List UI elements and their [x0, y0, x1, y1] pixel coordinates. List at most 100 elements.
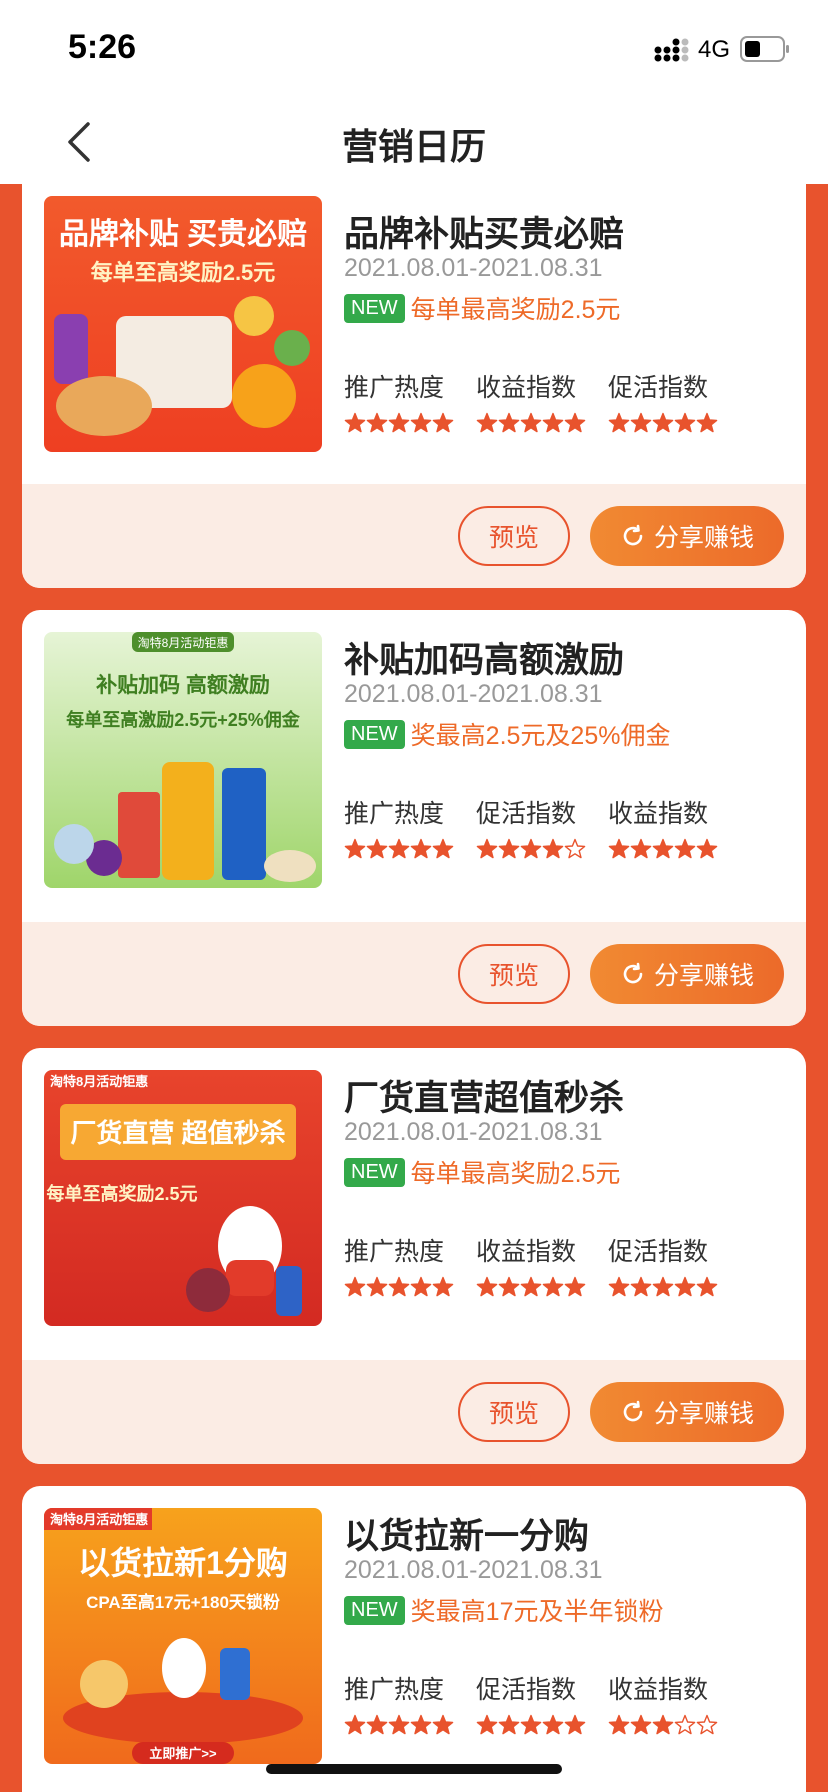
share-earn-button[interactable]: 分享赚钱: [590, 1382, 784, 1442]
status-bar: 5:26 4G: [0, 0, 828, 96]
metric: 推广热度: [344, 794, 476, 860]
star-filled-icon: [674, 1276, 696, 1297]
share-earn-button[interactable]: 分享赚钱: [590, 944, 784, 1004]
star-filled-icon: [498, 412, 520, 433]
star-filled-icon: [564, 1714, 586, 1735]
campaign-reward: NEW 每单最高奖励2.5元: [344, 1154, 620, 1190]
preview-button[interactable]: 预览: [458, 506, 570, 566]
star-filled-icon: [366, 1714, 388, 1735]
star-filled-icon: [388, 412, 410, 433]
star-filled-icon: [652, 1276, 674, 1297]
star-filled-icon: [366, 1276, 388, 1297]
star-rating: [476, 412, 608, 434]
metric: 促活指数: [608, 1232, 740, 1298]
star-filled-icon: [542, 838, 564, 859]
star-filled-icon: [476, 412, 498, 433]
card-footer: 预览 分享赚钱: [22, 484, 806, 588]
star-rating: [476, 1714, 608, 1736]
star-filled-icon: [366, 838, 388, 859]
metrics-row: 推广热度 收益指数 促活指数: [344, 368, 740, 434]
share-label: 分享赚钱: [653, 524, 754, 552]
star-filled-icon: [608, 1714, 630, 1735]
banner-subline: 每单至高奖励2.5元: [46, 1183, 197, 1204]
new-badge: NEW: [344, 1157, 405, 1187]
reward-text: 奖最高2.5元及25%佣金: [410, 722, 671, 750]
refresh-icon: [623, 524, 643, 546]
star-filled-icon: [674, 838, 696, 859]
star-rating: [476, 838, 608, 860]
campaign-thumbnail[interactable]: 淘特8月活动钜惠 以货拉新1分购 CPA至高17元+180天锁粉 立即推广>>: [44, 1508, 322, 1764]
nav-bar: 营销日历: [0, 96, 828, 184]
star-filled-icon: [652, 838, 674, 859]
campaign-reward: NEW 奖最高17元及半年锁粉: [344, 1592, 663, 1628]
campaign-title: 补贴加码高额激励: [344, 641, 625, 680]
star-filled-icon: [542, 1276, 564, 1297]
preview-button[interactable]: 预览: [458, 944, 570, 1004]
page-title: 营销日历: [341, 126, 486, 167]
star-filled-icon: [366, 412, 388, 433]
star-filled-icon: [520, 838, 542, 859]
star-filled-icon: [344, 412, 366, 433]
star-filled-icon: [652, 412, 674, 433]
metric-label: 收益指数: [476, 1238, 577, 1266]
metric: 促活指数: [476, 794, 608, 860]
star-rating: [344, 412, 476, 434]
star-filled-icon: [476, 838, 498, 859]
cellular-signal-icon: [654, 38, 689, 62]
star-filled-icon: [696, 412, 718, 433]
star-filled-icon: [608, 1276, 630, 1297]
star-rating: [344, 838, 476, 860]
campaign-title: 厂货直营超值秒杀: [344, 1079, 625, 1118]
star-filled-icon: [344, 838, 366, 859]
star-filled-icon: [432, 838, 454, 859]
campaign-thumbnail[interactable]: 淘特8月活动钜惠 厂货直营 超值秒杀 每单至高奖励2.5元: [44, 1070, 322, 1326]
star-filled-icon: [476, 1714, 498, 1735]
star-empty-icon: [696, 1714, 718, 1735]
star-rating: [608, 838, 740, 860]
refresh-icon: [623, 1400, 643, 1422]
metric-label: 促活指数: [476, 1676, 577, 1704]
preview-button[interactable]: 预览: [458, 1382, 570, 1442]
star-filled-icon: [432, 1276, 454, 1297]
share-earn-button[interactable]: 分享赚钱: [590, 506, 784, 566]
campaign-date: 2021.08.01-2021.08.31: [344, 1118, 603, 1146]
metric: 收益指数: [608, 794, 740, 860]
star-filled-icon: [388, 1276, 410, 1297]
star-filled-icon: [630, 1276, 652, 1297]
star-filled-icon: [674, 412, 696, 433]
star-rating: [608, 1714, 740, 1736]
star-filled-icon: [542, 1714, 564, 1735]
metric-label: 促活指数: [608, 1238, 709, 1266]
metric-label: 收益指数: [608, 1676, 709, 1704]
star-filled-icon: [652, 1714, 674, 1735]
star-filled-icon: [388, 838, 410, 859]
card-footer: 预览 分享赚钱: [22, 922, 806, 1026]
metric-label: 收益指数: [476, 374, 577, 402]
metric: 推广热度: [344, 1232, 476, 1298]
campaign-banner-image: 淘特8月活动钜惠 厂货直营 超值秒杀 每单至高奖励2.5元: [44, 1070, 322, 1326]
star-rating: [476, 1276, 608, 1298]
reward-text: 奖最高17元及半年锁粉: [410, 1598, 664, 1626]
metric: 收益指数: [608, 1670, 740, 1736]
star-filled-icon: [498, 1714, 520, 1735]
banner-headline: 以货拉新1分购: [78, 1545, 288, 1581]
star-filled-icon: [498, 838, 520, 859]
star-filled-icon: [542, 412, 564, 433]
star-filled-icon: [388, 1714, 410, 1735]
battery-icon: [740, 36, 789, 62]
metric-label: 促活指数: [608, 374, 709, 402]
metrics-row: 推广热度 收益指数 促活指数: [344, 1232, 740, 1298]
campaign-thumbnail[interactable]: 淘特8月活动钜惠 补贴加码 高额激励 每单至高激励2.5元+25%佣金: [44, 632, 322, 888]
campaign-thumbnail[interactable]: 品牌补贴 买贵必赔 每单至高奖励2.5元: [44, 196, 322, 452]
star-filled-icon: [608, 838, 630, 859]
star-empty-icon: [564, 838, 586, 859]
star-filled-icon: [630, 412, 652, 433]
banner-headline: 品牌补贴 买贵必赔: [59, 218, 307, 251]
new-badge: NEW: [344, 719, 405, 749]
banner-subline: 每单至高激励2.5元+25%佣金: [66, 709, 301, 730]
star-rating: [608, 412, 740, 434]
banner-headline: 补贴加码 高额激励: [95, 673, 270, 697]
network-label: 4G: [698, 36, 731, 63]
star-filled-icon: [344, 1714, 366, 1735]
star-rating: [608, 1276, 740, 1298]
